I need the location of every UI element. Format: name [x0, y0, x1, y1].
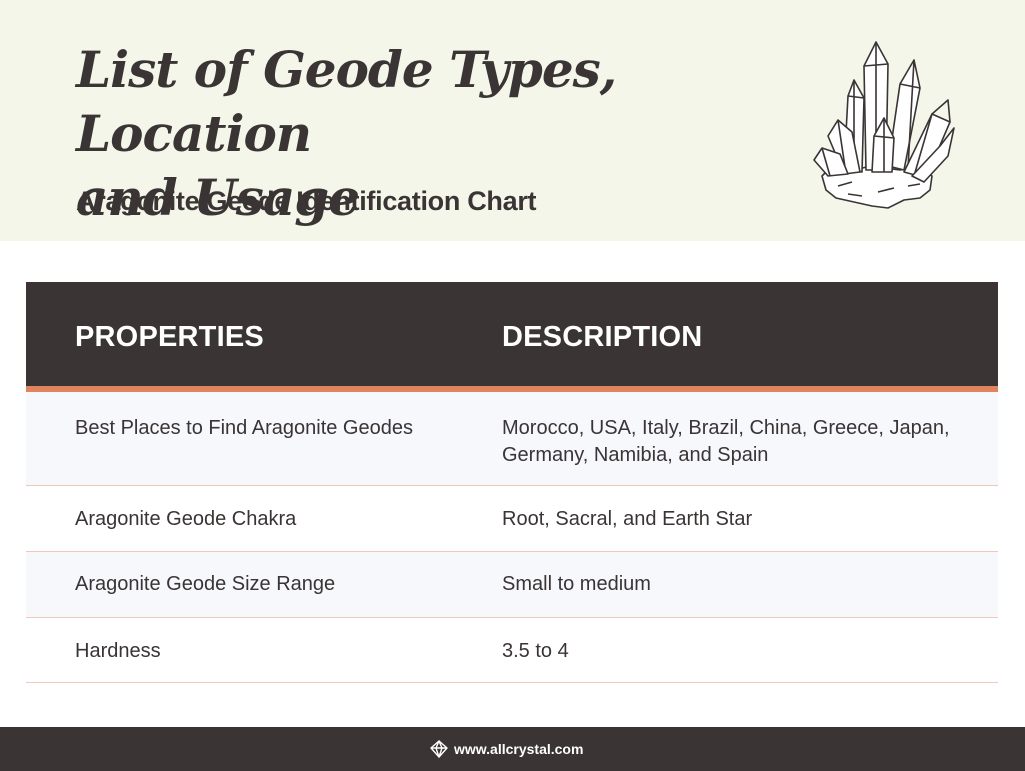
header-banner: List of Geode Types, Location and Usage … [0, 0, 1025, 241]
description-line: Germany, Namibia, and Spain [502, 444, 769, 466]
property-cell: Hardness [75, 640, 161, 662]
description-cell: Small to medium [502, 573, 651, 595]
footer-bar: www.allcrystal.com [0, 727, 1025, 771]
table-row: Aragonite Geode Chakra Root, Sacral, and… [26, 486, 998, 552]
website-url[interactable]: www.allcrystal.com [454, 741, 583, 757]
properties-table: PROPERTIES DESCRIPTION Best Places to Fi… [26, 282, 998, 683]
crystal-cluster-icon [813, 41, 955, 209]
title-line-1: List of Geode Types, Location [76, 40, 617, 163]
description-line: Morocco, USA, Italy, Brazil, China, Gree… [502, 417, 950, 439]
table-row: Aragonite Geode Size Range Small to medi… [26, 552, 998, 618]
table-row: Best Places to Find Aragonite Geodes Mor… [26, 392, 998, 486]
column-header-properties: PROPERTIES [75, 321, 264, 353]
property-cell: Aragonite Geode Size Range [75, 573, 336, 595]
table-header: PROPERTIES DESCRIPTION [26, 282, 998, 392]
description-cell: Morocco, USA, Italy, Brazil, China, Gree… [502, 415, 972, 469]
page-subtitle: Aragonite Geode Identification Chart [76, 186, 537, 216]
description-cell: 3.5 to 4 [502, 640, 569, 662]
table-row: Hardness 3.5 to 4 [26, 618, 998, 683]
description-cell: Root, Sacral, and Earth Star [502, 508, 753, 530]
property-cell: Aragonite Geode Chakra [75, 508, 297, 530]
property-cell: Best Places to Find Aragonite Geodes [75, 417, 413, 439]
column-header-description: DESCRIPTION [502, 321, 703, 353]
crystal-logo-icon [430, 740, 448, 758]
website-link[interactable]: www.allcrystal.com [430, 738, 583, 760]
